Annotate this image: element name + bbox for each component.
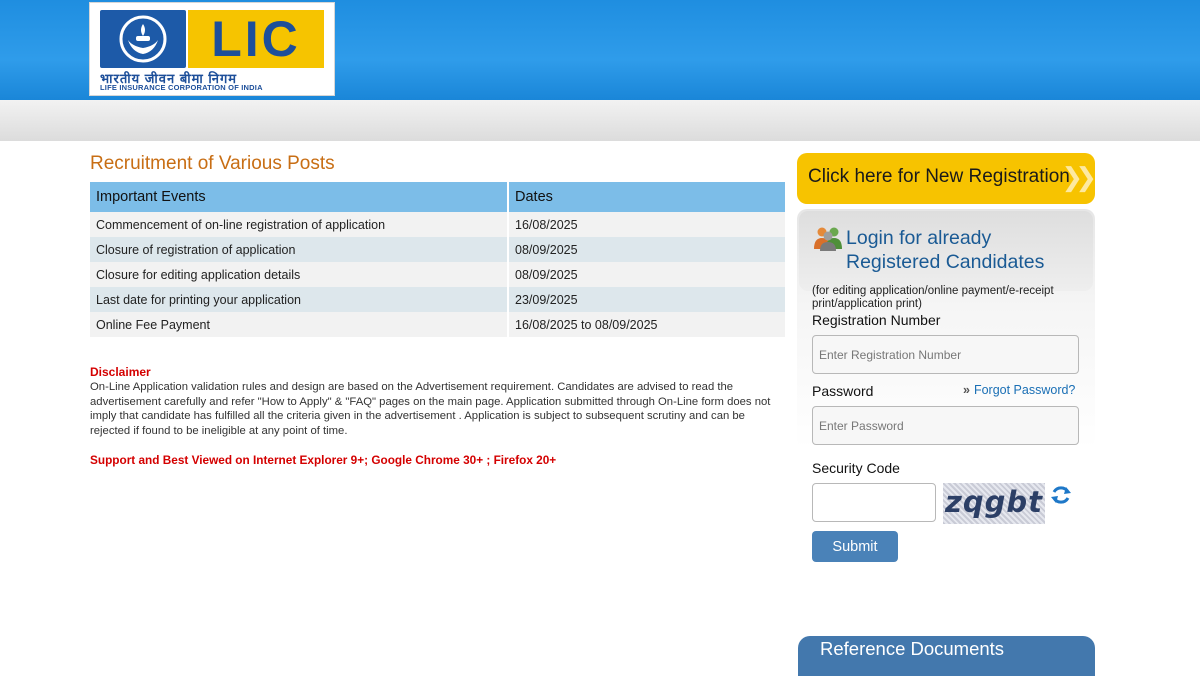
- forgot-password-text: Forgot Password?: [973, 383, 1076, 397]
- logo-english-text: LIFE INSURANCE CORPORATION OF INDIA: [100, 83, 263, 92]
- submit-button[interactable]: Submit: [812, 531, 898, 562]
- reference-documents-panel[interactable]: Reference Documents: [798, 636, 1095, 676]
- table-row: Closure for editing application details …: [90, 262, 787, 287]
- security-code-label: Security Code: [812, 460, 900, 476]
- date-cell: 08/09/2025: [508, 262, 787, 287]
- disclaimer-heading: Disclaimer: [90, 365, 151, 379]
- registration-number-input[interactable]: [812, 335, 1079, 374]
- table-row: Closure of registration of application 0…: [90, 237, 787, 262]
- disclaimer-text: On-Line Application validation rules and…: [90, 381, 771, 437]
- browser-support-note: Support and Best Viewed on Internet Expl…: [90, 453, 557, 467]
- password-input[interactable]: [812, 406, 1079, 445]
- site-header: LIC भारतीय जीवन बीमा निगम LIFE INSURANCE…: [0, 0, 1200, 100]
- lic-logo[interactable]: LIC भारतीय जीवन बीमा निगम LIFE INSURANCE…: [89, 2, 335, 96]
- login-note: (for editing application/online payment/…: [812, 285, 1054, 310]
- date-cell: 16/08/2025 to 08/09/2025: [508, 312, 787, 337]
- users-group-icon: [814, 227, 842, 251]
- refresh-icon[interactable]: [1050, 484, 1072, 506]
- event-cell: Closure of registration of application: [90, 237, 509, 262]
- registration-number-label: Registration Number: [812, 312, 941, 328]
- captcha-text: zqgbt: [944, 485, 1044, 519]
- date-cell: 16/08/2025: [508, 212, 787, 237]
- column-header-dates: Dates: [508, 182, 787, 212]
- table-row: Commencement of on-line registration of …: [90, 212, 787, 237]
- event-cell: Commencement of on-line registration of …: [90, 212, 509, 237]
- double-chevron-right-icon: ❯❯: [1061, 162, 1096, 192]
- date-cell: 08/09/2025: [508, 237, 787, 262]
- table-row: Last date for printing your application …: [90, 287, 787, 312]
- column-header-events: Important Events: [90, 182, 509, 212]
- forgot-password-link[interactable]: » Forgot Password?: [963, 383, 1075, 397]
- new-registration-label: Click here for New Registration: [808, 166, 1070, 187]
- event-cell: Last date for printing your application: [90, 287, 509, 312]
- table-row: Online Fee Payment 16/08/2025 to 08/09/2…: [90, 312, 787, 337]
- navigation-bar: [0, 100, 1200, 141]
- double-chevron-right-icon: »: [963, 383, 970, 397]
- logo-emblem: [100, 10, 186, 68]
- date-cell: 23/09/2025: [508, 287, 787, 312]
- logo-lic-text: LIC: [211, 11, 301, 67]
- new-registration-button[interactable]: Click here for New Registration ❯❯: [797, 153, 1097, 204]
- page-title: Recruitment of Various Posts: [90, 153, 335, 174]
- security-code-input[interactable]: [812, 483, 936, 522]
- captcha-image: zqgbt: [943, 483, 1045, 524]
- table-header-row: Important Events Dates: [90, 182, 787, 212]
- important-events-table: Important Events Dates Commencement of o…: [90, 182, 787, 337]
- login-title: Login for already Registered Candidates: [846, 227, 1045, 273]
- lamp-hands-icon: [119, 15, 167, 63]
- password-label: Password: [812, 383, 874, 399]
- reference-documents-title: Reference Documents: [820, 638, 1005, 659]
- event-cell: Closure for editing application details: [90, 262, 509, 287]
- event-cell: Online Fee Payment: [90, 312, 509, 337]
